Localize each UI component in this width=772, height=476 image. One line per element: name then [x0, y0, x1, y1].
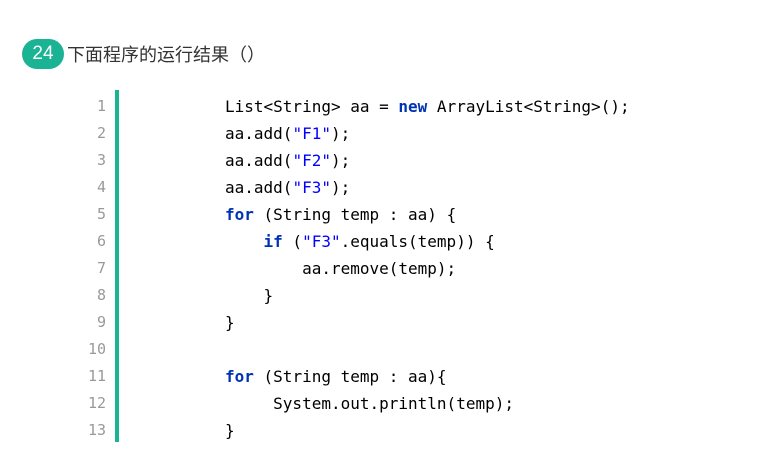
code-text: ArrayList<String>();	[427, 97, 630, 116]
code-line: if ("F3".equals(temp)) {	[225, 228, 630, 255]
code-text: aa.add(	[225, 178, 293, 197]
code-lines: List<String> aa = new ArrayList<String>(…	[225, 93, 630, 444]
line-number: 11	[87, 367, 106, 385]
code-text: aa.add(	[225, 124, 293, 143]
line-number: 12	[87, 394, 106, 412]
code-line: }	[225, 309, 630, 336]
code-line: for (String temp : aa) {	[225, 201, 630, 228]
code-text: );	[330, 178, 351, 197]
code-line: System.out.println(temp);	[225, 390, 630, 417]
gutter-accent-bar	[115, 90, 119, 442]
code-keyword: new	[398, 97, 428, 116]
code-text: (String temp : aa) {	[253, 205, 457, 224]
code-line: aa.remove(temp);	[225, 255, 630, 282]
line-number: 1	[96, 97, 106, 115]
code-line: List<String> aa = new ArrayList<String>(…	[225, 93, 630, 120]
code-block: 1 2 3 4 5 6 7 8 9 10 11 12 13 List<String> aa = new …	[60, 90, 740, 442]
code-keyword: for	[225, 367, 254, 386]
code-text: List<String> aa =	[225, 97, 399, 116]
code-string: "F2"	[292, 151, 331, 170]
code-text: aa.remove(temp);	[225, 259, 457, 278]
code-string: "F3"	[302, 232, 341, 251]
code-keyword: if	[263, 232, 283, 251]
code-text: }	[225, 421, 235, 440]
code-line: for (String temp : aa){	[225, 363, 630, 390]
line-number: 2	[96, 124, 106, 142]
line-number: 6	[96, 232, 106, 250]
code-text: );	[330, 124, 351, 143]
code-line: aa.add("F1");	[225, 120, 630, 147]
code-keyword: for	[225, 205, 254, 224]
code-line: }	[225, 417, 630, 444]
code-text: System.out.println(temp);	[225, 394, 514, 413]
code-line: aa.add("F3");	[225, 174, 630, 201]
question-title: 下面程序的运行结果（）	[67, 45, 265, 66]
code-text: .equals(temp)) {	[340, 232, 495, 251]
code-line: }	[225, 282, 630, 309]
code-text: );	[330, 151, 351, 170]
code-text: }	[225, 313, 235, 332]
code-text: aa.add(	[225, 151, 293, 170]
line-number: 13	[87, 421, 106, 439]
question-number-badge: 24	[22, 39, 64, 69]
line-number: 7	[96, 259, 106, 277]
code-text: (String temp : aa){	[253, 367, 447, 386]
code-string: "F1"	[292, 124, 331, 143]
code-string: "F3"	[292, 178, 331, 197]
code-text: (	[282, 232, 303, 251]
line-number: 4	[96, 178, 106, 196]
line-number-gutter: 1 2 3 4 5 6 7 8 9 10 11 12 13	[60, 93, 106, 444]
line-number: 3	[96, 151, 106, 169]
question-header: 24 下面程序的运行结果（）	[22, 39, 265, 69]
line-number: 8	[96, 286, 106, 304]
line-number: 10	[87, 340, 106, 358]
code-text: }	[225, 286, 274, 305]
line-number: 9	[96, 313, 106, 331]
code-line: aa.add("F2");	[225, 147, 630, 174]
line-number: 5	[96, 205, 106, 223]
